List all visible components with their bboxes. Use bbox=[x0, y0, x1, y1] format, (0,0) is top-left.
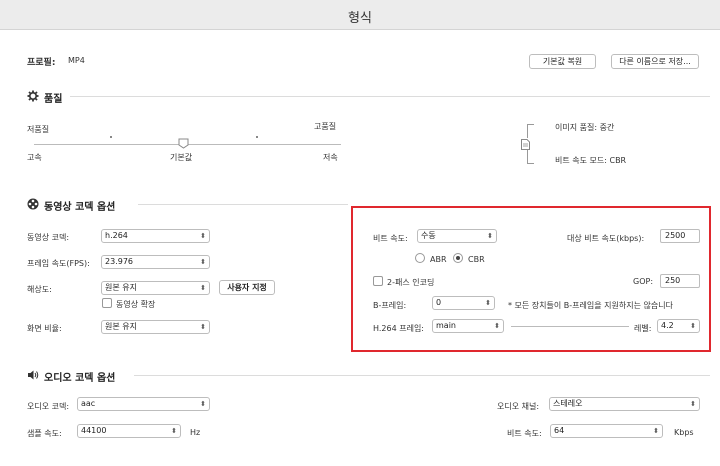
upscale-checkbox[interactable] bbox=[102, 298, 112, 308]
bframe-label: B-프레임: bbox=[373, 301, 407, 310]
abr-radio[interactable] bbox=[415, 253, 425, 263]
slider-tick bbox=[256, 136, 258, 138]
samplerate-select[interactable]: 44100 ⬍ bbox=[77, 424, 181, 438]
cbr-label: CBR bbox=[468, 255, 485, 264]
hz-unit: Hz bbox=[190, 428, 201, 437]
profile-label: 프로필: bbox=[27, 58, 56, 68]
video-divider bbox=[138, 204, 348, 205]
h264-profile-select[interactable]: main ⬍ bbox=[432, 319, 504, 333]
bitrate-mode-info: 비트 속도 모드: CBR bbox=[555, 156, 627, 165]
gear-icon bbox=[27, 90, 39, 102]
default-label: 기본값 bbox=[170, 153, 193, 162]
audio-codec-select[interactable]: aac ⬍ bbox=[77, 397, 210, 411]
twopass-label: 2-패스 인코딩 bbox=[387, 278, 435, 287]
audio-channel-label: 오디오 채널: bbox=[497, 402, 540, 411]
target-bitrate-input[interactable]: 2500 bbox=[660, 229, 700, 243]
level-label: 레벨: bbox=[634, 324, 652, 333]
aspect-select[interactable]: 원본 유지 ⬍ bbox=[101, 320, 210, 334]
bframe-select[interactable]: 0 ⬍ bbox=[432, 296, 495, 310]
profile-separator bbox=[511, 326, 629, 327]
high-quality-label: 고품질 bbox=[314, 122, 337, 131]
video-codec-label: 동영상 코덱: bbox=[27, 233, 70, 242]
samplerate-label: 샘플 속도: bbox=[27, 429, 62, 438]
audio-bitrate-label: 비트 속도: bbox=[507, 429, 542, 438]
resolution-label: 해상도: bbox=[27, 285, 52, 294]
gop-label: GOP: bbox=[633, 277, 654, 286]
window-title: 형식 bbox=[348, 11, 372, 26]
audio-section-title: 오디오 코덱 옵션 bbox=[44, 373, 116, 384]
bitrate-select[interactable]: 수동 ⬍ bbox=[417, 229, 497, 243]
h264-profile-label: H.264 프레임: bbox=[373, 324, 425, 333]
image-quality-info: 이미지 품질: 중간 bbox=[555, 123, 615, 132]
target-bitrate-label: 대상 비트 속도(kbps): bbox=[567, 234, 645, 243]
slider-tick bbox=[110, 136, 112, 138]
quality-slider-handle[interactable] bbox=[178, 138, 189, 149]
bitrate-label: 비트 속도: bbox=[373, 234, 408, 243]
audio-bitrate-select[interactable]: 64 ⬍ bbox=[550, 424, 663, 438]
gop-input[interactable]: 250 bbox=[660, 274, 700, 288]
restore-default-button[interactable]: 기본값 복원 bbox=[529, 54, 596, 69]
video-codec-select[interactable]: h.264 ⬍ bbox=[101, 229, 210, 243]
resolution-select[interactable]: 원본 유지 ⬍ bbox=[101, 281, 210, 295]
abr-label: ABR bbox=[430, 255, 447, 264]
fast-label: 고속 bbox=[27, 153, 42, 162]
aspect-label: 화면 비율: bbox=[27, 324, 62, 333]
audio-divider bbox=[134, 375, 710, 376]
audio-channel-select[interactable]: 스테레오 ⬍ bbox=[549, 397, 700, 411]
title-bar: 형식 bbox=[0, 0, 720, 30]
low-quality-label: 저품질 bbox=[27, 125, 50, 134]
profile-value: MP4 bbox=[68, 56, 85, 65]
bracket-top bbox=[527, 124, 534, 138]
cbr-radio[interactable] bbox=[453, 253, 463, 263]
fps-select[interactable]: 23.976 ⬍ bbox=[101, 255, 210, 269]
quality-divider bbox=[70, 96, 710, 97]
upscale-label: 동영상 확장 bbox=[116, 300, 156, 309]
kbps-unit: Kbps bbox=[674, 428, 694, 437]
speaker-icon bbox=[27, 369, 39, 381]
fps-label: 프레임 속도(FPS): bbox=[27, 259, 90, 268]
film-reel-icon bbox=[27, 198, 39, 210]
slow-label: 저속 bbox=[323, 153, 338, 162]
save-as-button[interactable]: 다른 이름으로 저장... bbox=[611, 54, 699, 69]
level-select[interactable]: 4.2 ⬍ bbox=[657, 319, 700, 333]
audio-codec-label: 오디오 코덱: bbox=[27, 402, 70, 411]
twopass-checkbox[interactable] bbox=[373, 276, 383, 286]
video-section-title: 동영상 코덱 옵션 bbox=[44, 202, 116, 213]
bframe-note: * 모든 장치들이 B-프레임을 지원하지는 않습니다 bbox=[508, 301, 673, 310]
bracket-bottom bbox=[527, 150, 534, 164]
quality-section-title: 품질 bbox=[44, 94, 63, 105]
custom-resolution-button[interactable]: 사용자 지정 bbox=[219, 280, 275, 295]
document-icon bbox=[521, 139, 530, 150]
